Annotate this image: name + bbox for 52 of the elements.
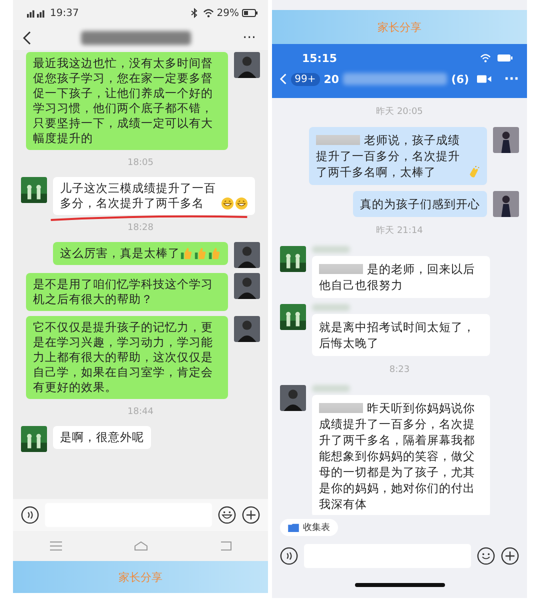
timestamp: 18:44 [128, 407, 154, 417]
chat-title: 20 [324, 72, 340, 86]
message-text: 是啊，很意外呢 [60, 430, 144, 445]
member-count: (6) [451, 72, 470, 86]
message-text: 这么厉害，真是太棒了 [60, 246, 180, 261]
message-text: 它不仅仅是提升孩子的记忆力，更是在学习兴趣，学习动力，学习能力上都有很大的帮助，这次仅仅是自己学，如果在自习室学，肯定会有更好的效果。 [33, 320, 214, 395]
timestamp: 昨天 20:05 [376, 107, 423, 117]
form-chip[interactable]: 收集表 [280, 519, 338, 536]
video-call-icon[interactable] [477, 74, 492, 84]
avatar[interactable] [21, 177, 47, 203]
message-text: 是不是用了咱们忆学科技这个学习机之后有很大的帮助？ [33, 277, 214, 307]
avatar[interactable] [280, 246, 306, 272]
status-time: 15:15 [302, 52, 338, 64]
banner-title: 家长分享 [118, 570, 162, 584]
plus-icon[interactable] [242, 506, 260, 524]
message-text: 昨天听到你妈妈说你成绩提升了一百多分，名次提升了两千多名，隔着屏幕我都能想象到你妈妈的笑容，做父母的一切都是为了孩子，尤其是你的妈妈，她对你们的付出我深有体 [319, 400, 476, 512]
timestamp: 18:28 [128, 223, 154, 233]
message-text: 是的老师，回来以后他自己也很努力 [319, 261, 476, 293]
emoji-icon[interactable] [477, 547, 495, 565]
chip-label: 收集表 [303, 522, 330, 534]
emoji-icon[interactable] [218, 506, 236, 524]
avatar[interactable] [493, 127, 519, 153]
message-text: 最近我这边也忙，没有太多时间督促您孩子学习，您在家一定要多督促一下孩子，让他们养成一个好的学习习惯，他们两个底子都不错，只要坚持一下，成绩一定可以有大幅度提升的 [33, 56, 214, 146]
voice-icon[interactable] [21, 506, 39, 524]
home-icon[interactable] [134, 541, 148, 551]
back-icon[interactable] [23, 31, 31, 45]
status-time: 19:37 [50, 8, 79, 18]
unread-badge: 99+ [290, 72, 320, 86]
signal-icon [27, 8, 47, 18]
avatar[interactable] [493, 191, 519, 217]
message-text: 儿子这次三模成绩提升了一百多分，名次提升了两千多名 [60, 181, 217, 211]
battery-icon [242, 9, 258, 17]
timestamp: 18:05 [128, 158, 154, 168]
message-text: 就是离中招考试时间太短了，后悔太晚了 [319, 319, 476, 351]
battery-icon [497, 54, 513, 62]
timestamp: 昨天 21:14 [376, 226, 423, 236]
message-text: 老师说，孩子成绩提升了一百多分，名次提升了两千多名啊，太棒了 [316, 132, 461, 180]
more-button[interactable]: ··· [242, 30, 256, 46]
timestamp: 8:23 [389, 365, 410, 375]
bluetooth-icon [188, 8, 200, 18]
wifi-icon [202, 8, 214, 18]
plus-icon[interactable] [501, 547, 519, 565]
avatar[interactable] [21, 426, 47, 452]
banner-title: 家长分享 [378, 20, 422, 34]
avatar[interactable] [280, 304, 306, 330]
more-button[interactable]: ··· [504, 72, 519, 86]
wifi-icon [480, 53, 491, 63]
battery-percent: 29% [216, 8, 239, 18]
message-text: 真的为孩子们感到开心 [360, 196, 480, 212]
menu-icon[interactable] [48, 541, 62, 551]
voice-icon[interactable] [280, 547, 298, 565]
folder-icon [288, 523, 299, 532]
